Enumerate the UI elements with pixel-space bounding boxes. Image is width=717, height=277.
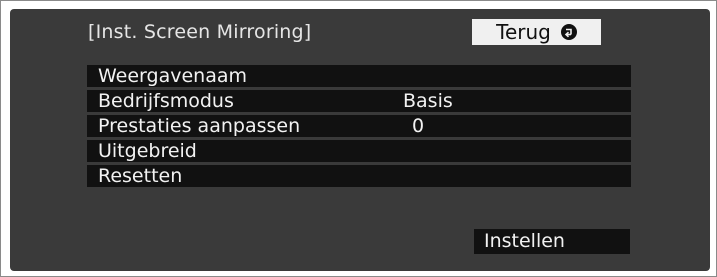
settings-menu: Weergavenaam Bedrijfsmodus Basis Prestat… (87, 65, 631, 190)
dialog-title: [Inst. Screen Mirroring] (88, 21, 312, 43)
menu-item-label: Prestaties aanpassen (98, 115, 301, 137)
menu-item-operation-mode[interactable]: Bedrijfsmodus Basis (87, 90, 631, 112)
menu-item-display-name[interactable]: Weergavenaam (87, 65, 631, 87)
back-button[interactable]: Terug (472, 19, 601, 45)
menu-item-value: 0 (412, 115, 425, 137)
set-button[interactable]: Instellen (474, 229, 630, 254)
menu-item-reset[interactable]: Resetten (87, 165, 631, 187)
back-button-label: Terug (496, 20, 551, 44)
menu-item-label: Weergavenaam (98, 65, 248, 87)
screen-frame: [Inst. Screen Mirroring] Terug Weergaven… (0, 0, 717, 277)
menu-item-label: Bedrijfsmodus (98, 90, 234, 112)
menu-item-value: Basis (403, 90, 453, 112)
menu-item-advanced[interactable]: Uitgebreid (87, 140, 631, 162)
menu-item-label: Resetten (98, 165, 183, 187)
circle-arrow-icon (560, 24, 577, 40)
menu-item-label: Uitgebreid (98, 140, 197, 162)
menu-item-adjust-performance[interactable]: Prestaties aanpassen 0 (87, 115, 631, 137)
